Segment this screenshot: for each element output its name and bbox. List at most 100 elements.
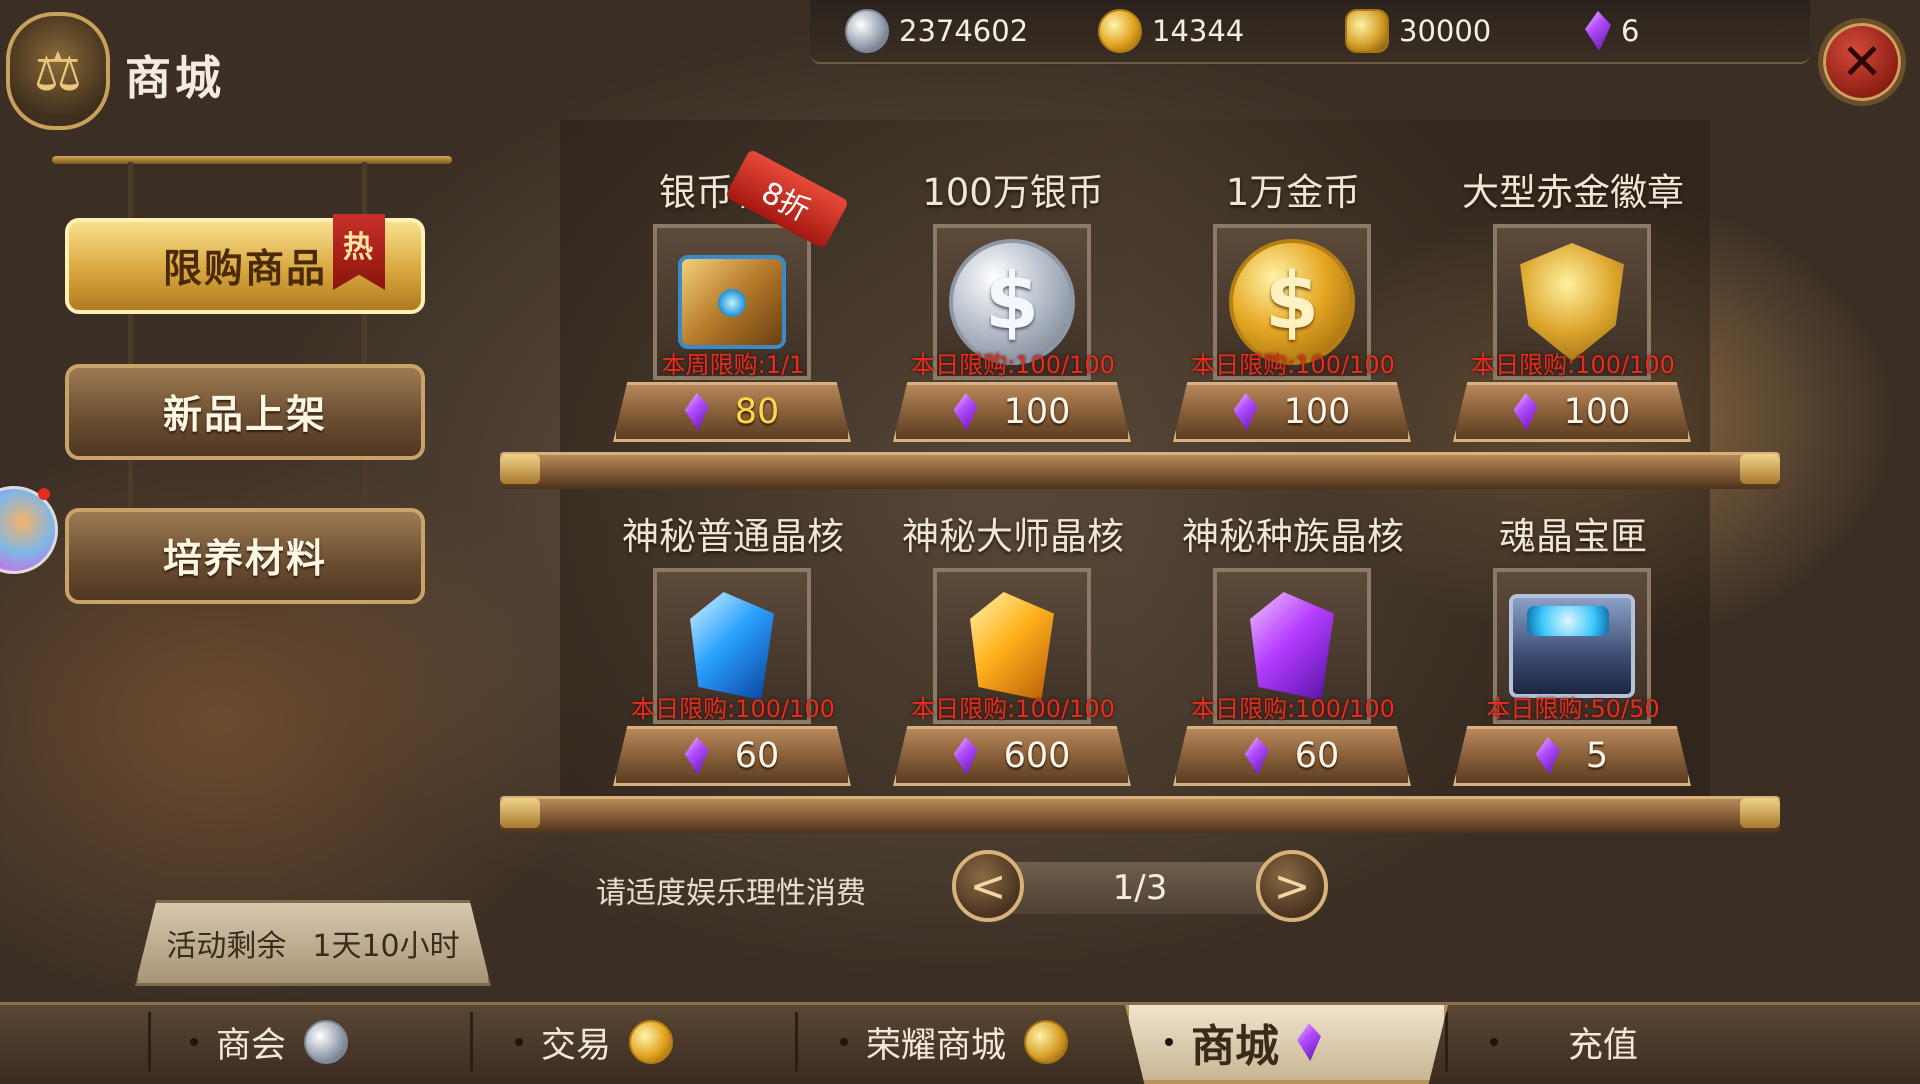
nav-divider	[795, 1012, 798, 1072]
chevron-right-icon: >	[1273, 860, 1311, 912]
shop-item-silver-million[interactable]: 100万银币 $ 本日限购:100/100 100	[893, 162, 1133, 442]
shelf-ornament	[1740, 454, 1780, 484]
menu-item-label: 限购商品	[162, 247, 327, 292]
buy-button[interactable]: 60	[1173, 726, 1411, 786]
gold-coin-icon	[1098, 9, 1142, 53]
nav-dot	[515, 1038, 523, 1046]
prev-page-button[interactable]: <	[952, 850, 1024, 922]
shop-item-common-core[interactable]: 神秘普通晶核 本日限购:100/100 60	[613, 506, 853, 786]
silver-coin-icon	[845, 9, 889, 53]
purple-crystal-icon	[1513, 393, 1538, 431]
shelf-plank	[500, 796, 1780, 833]
floating-assistant-button[interactable]	[0, 486, 58, 574]
item-name: 神秘种族晶核	[1182, 515, 1404, 558]
purchase-limit: 本日限购:100/100	[1471, 351, 1675, 379]
silver-coin-icon	[304, 1020, 349, 1064]
page-indicator: 1/3	[1112, 868, 1168, 908]
gold-coin-icon	[629, 1020, 674, 1064]
page-title: 商城	[125, 51, 225, 105]
nav-divider	[148, 1012, 151, 1072]
menu-item-label: 培养材料	[162, 537, 327, 582]
close-button[interactable]: ✕	[1818, 18, 1906, 106]
purchase-limit: 本日限购:100/100	[1191, 351, 1395, 379]
buy-button[interactable]: 5	[1453, 726, 1691, 786]
nav-tab-recharge[interactable]: 充值	[1490, 1010, 1638, 1074]
price-value: 5	[1585, 736, 1609, 776]
item-name: 100万银币	[922, 171, 1104, 214]
buy-button[interactable]: 100	[1453, 382, 1691, 442]
price-value: 60	[1294, 736, 1340, 776]
honor-badge-icon	[1024, 1020, 1069, 1064]
nav-dot	[1165, 1038, 1173, 1046]
chain	[362, 310, 367, 370]
price-value: 100	[1003, 392, 1071, 432]
soul-crystal-box-icon	[1509, 594, 1635, 698]
currency-value: 6	[1621, 14, 1640, 48]
item-name: 神秘普通晶核	[622, 515, 844, 558]
shelf-ornament	[500, 454, 540, 484]
purple-crystal-icon	[1244, 737, 1269, 775]
hot-tag: 热	[333, 214, 385, 290]
purple-crystal-icon	[953, 737, 978, 775]
purple-crystal-icon	[684, 737, 709, 775]
scale-emblem-icon: ⚖	[6, 12, 110, 130]
currency-value: 2374602	[899, 14, 1029, 48]
menu-item-materials[interactable]: 培养材料	[65, 508, 425, 604]
honor-badge-icon	[1345, 9, 1389, 53]
nav-tab-shop[interactable]: 商城	[1165, 1010, 1321, 1074]
next-page-button[interactable]: >	[1256, 850, 1328, 922]
shop-item-gold-badge[interactable]: 大型赤金徽章 本日限购:100/100 100	[1453, 162, 1693, 442]
hot-tag-label: 热	[343, 230, 375, 265]
menu-item-new[interactable]: 新品上架	[65, 364, 425, 460]
currency-value: 14344	[1152, 14, 1245, 48]
shop-item-master-core[interactable]: 神秘大师晶核 本日限购:100/100 600	[893, 506, 1133, 786]
nav-tab-guild[interactable]: 商会	[190, 1010, 349, 1074]
nav-dot	[1490, 1038, 1498, 1046]
buy-button[interactable]: 80	[613, 382, 851, 442]
price-value: 80	[734, 392, 780, 432]
purchase-limit: 本周限购:1/1	[661, 351, 805, 379]
chain	[128, 310, 133, 370]
nav-tab-trade[interactable]: 交易	[515, 1010, 674, 1074]
purple-crystal-icon	[1535, 737, 1560, 775]
currency-crystal: 6	[1585, 10, 1639, 52]
blue-crystal-core-icon	[690, 592, 774, 700]
chevron-left-icon: <	[969, 860, 1007, 912]
price-value: 600	[1003, 736, 1071, 776]
shop-item-race-core[interactable]: 神秘种族晶核 本日限购:100/100 60	[1173, 506, 1413, 786]
menu-item-limited[interactable]: 限购商品 热	[65, 214, 425, 314]
nav-divider	[1445, 1012, 1448, 1072]
shop-item-silver-chest[interactable]: 银币礼箱 8折 本周限购:1/1 80	[613, 148, 853, 442]
close-icon: ✕	[1841, 33, 1883, 91]
buy-button[interactable]: 100	[1173, 382, 1411, 442]
nav-dot	[840, 1038, 848, 1046]
shelf-ornament	[500, 798, 540, 828]
item-name: 大型赤金徽章	[1462, 171, 1684, 214]
purple-crystal-core-icon	[1250, 592, 1334, 700]
chain	[128, 456, 133, 516]
price-value: 60	[734, 736, 780, 776]
purple-crystal-icon	[1233, 393, 1258, 431]
nav-tab-label: 荣耀商城	[866, 1025, 1007, 1066]
nav-tab-honor-shop[interactable]: 荣耀商城	[840, 1010, 1069, 1074]
currency-gold: 14344	[1098, 9, 1245, 53]
purchase-limit: 本日限购:100/100	[911, 351, 1115, 379]
nav-tab-label: 交易	[541, 1025, 612, 1066]
nav-divider	[470, 1012, 473, 1072]
currency-value: 30000	[1399, 14, 1492, 48]
notification-dot	[38, 488, 50, 500]
buy-button[interactable]: 60	[613, 726, 851, 786]
buy-button[interactable]: 600	[893, 726, 1131, 786]
shop-item-soul-box[interactable]: 魂晶宝匣 本日限购:50/50 5	[1453, 506, 1693, 786]
price-value: 100	[1563, 392, 1631, 432]
gold-badge-icon	[1520, 243, 1624, 361]
currency-honor: 30000	[1345, 9, 1492, 53]
shop-item-gold-10k[interactable]: 1万金币 $ 本日限购:100/100 100	[1173, 162, 1413, 442]
buy-button[interactable]: 100	[893, 382, 1131, 442]
purchase-limit: 本日限购:100/100	[1191, 695, 1395, 723]
item-name: 1万金币	[1225, 171, 1361, 214]
orange-crystal-core-icon	[970, 592, 1054, 700]
chain	[362, 456, 367, 516]
purple-crystal-icon	[953, 393, 978, 431]
shelf-ornament	[1740, 798, 1780, 828]
